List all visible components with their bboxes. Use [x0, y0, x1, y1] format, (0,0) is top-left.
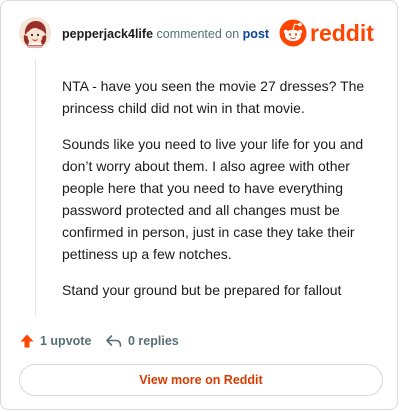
view-more-button[interactable]: View more on Reddit: [19, 364, 383, 396]
comment-byline: pepperjack4life commented on post: [62, 26, 269, 42]
comment-paragraph: NTA - have you seen the movie 27 dresses…: [62, 78, 365, 116]
comment-header: pepperjack4life commented on post reddit: [19, 17, 383, 51]
comment-body: NTA - have you seen the movie 27 dresses…: [62, 75, 382, 315]
comment-paragraph: Stand your ground but be prepared for fa…: [62, 282, 342, 298]
commented-on-label: commented on: [156, 27, 240, 41]
author-username[interactable]: pepperjack4life: [62, 27, 153, 41]
upvote-arrow-icon: [20, 334, 34, 348]
upvote-button[interactable]: 1 upvote: [19, 331, 91, 351]
post-link[interactable]: post: [243, 27, 269, 41]
upvote-count: 1 upvote: [40, 334, 92, 348]
thread-line: [35, 59, 36, 315]
avatar-image: [19, 17, 51, 49]
reddit-logo[interactable]: reddit: [279, 18, 383, 48]
reply-arrow-icon: [106, 335, 122, 347]
replies-count: 0 replies: [128, 334, 179, 348]
reddit-wordmark: reddit: [310, 20, 374, 46]
comment-paragraph: Sounds like you need to live your life f…: [62, 136, 364, 262]
avatar[interactable]: [19, 17, 51, 49]
reddit-snoo-icon: [279, 19, 307, 47]
embedded-comment-card: pepperjack4life commented on post reddit…: [0, 0, 398, 410]
replies-button[interactable]: 0 replies: [105, 331, 179, 351]
